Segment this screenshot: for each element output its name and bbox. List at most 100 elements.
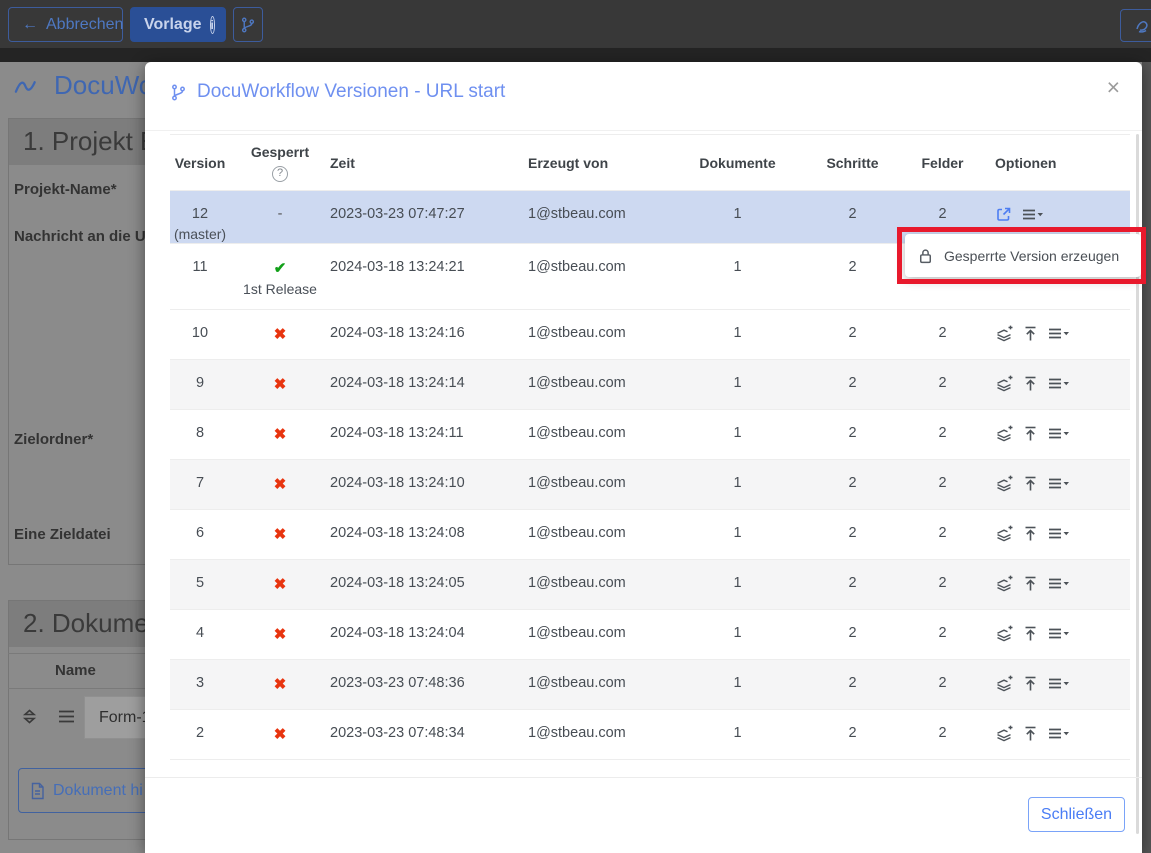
name-column-header: Name: [55, 662, 96, 679]
steps-cell: 2: [795, 509, 910, 560]
fields-cell: 2: [910, 509, 975, 560]
documents-cell: 1: [680, 359, 795, 410]
close-button[interactable]: Schließen: [1028, 797, 1125, 832]
documents-cell: 1: [680, 659, 795, 710]
locked-cross-icon: ✖: [273, 476, 287, 493]
project-name-label: Projekt-Name*: [14, 181, 117, 198]
locked-cell: ✖: [230, 409, 330, 460]
options-cell: [975, 509, 1130, 560]
menu-icon[interactable]: [1047, 675, 1070, 692]
menu-icon[interactable]: [1021, 206, 1044, 223]
version-cell: 5: [170, 559, 230, 610]
modal-title: DocuWorkflow Versionen - URL start: [170, 81, 505, 103]
version-cell: 11: [170, 243, 230, 310]
menu-icon[interactable]: [1047, 625, 1070, 642]
table-header-row: Version Gesperrt ? Zeit Erzeugt von Doku…: [170, 134, 1130, 191]
restore-version-icon[interactable]: [1023, 375, 1038, 392]
copy-version-icon[interactable]: [995, 575, 1014, 592]
version-row-6[interactable]: 6 ✖ 2024-03-18 13:24:08 1@stbeau.com 1 2 2: [170, 509, 1130, 560]
help-icon[interactable]: ?: [272, 165, 288, 182]
time-cell: 2024-03-18 13:24:11: [330, 409, 520, 460]
options-icons: [995, 325, 1130, 342]
version-row-4[interactable]: 4 ✖ 2024-03-18 13:24:04 1@stbeau.com 1 2 2: [170, 609, 1130, 660]
locked-cell: ✖: [230, 609, 330, 660]
time-cell: 2024-03-18 13:24:16: [330, 309, 520, 360]
created-by-cell: 1@stbeau.com: [520, 709, 680, 760]
time-cell: 2024-03-18 13:24:05: [330, 559, 520, 610]
locked-dash: -: [277, 206, 283, 222]
version-row-9[interactable]: 9 ✖ 2024-03-18 13:24:14 1@stbeau.com 1 2 2: [170, 359, 1130, 410]
locked-cross-icon: ✖: [273, 676, 287, 693]
close-icon[interactable]: ×: [1107, 76, 1120, 99]
time-cell: 2024-03-18 13:24:14: [330, 359, 520, 410]
menu-icon[interactable]: [1047, 575, 1070, 592]
restore-version-icon[interactable]: [1023, 625, 1038, 642]
copy-version-icon[interactable]: [995, 475, 1014, 492]
header-schritte: Schritte: [795, 134, 910, 191]
options-icons: [995, 575, 1130, 592]
copy-version-icon[interactable]: [995, 525, 1014, 542]
template-button[interactable]: Vorlage i: [130, 7, 226, 42]
version-row-8[interactable]: 8 ✖ 2024-03-18 13:24:11 1@stbeau.com 1 2 2: [170, 409, 1130, 460]
copy-version-icon[interactable]: [995, 675, 1014, 692]
version-number: 10: [191, 325, 209, 341]
menu-icon[interactable]: [1047, 425, 1070, 442]
sort-updown-icon[interactable]: [22, 708, 37, 725]
version-row-7[interactable]: 7 ✖ 2024-03-18 13:24:10 1@stbeau.com 1 2 2: [170, 459, 1130, 510]
header-zeit: Zeit: [330, 134, 520, 191]
version-cell: 12 (master): [170, 190, 230, 244]
branch-icon: [172, 84, 185, 100]
drag-handle-icon[interactable]: [58, 710, 75, 723]
partial-right-button[interactable]: V: [1120, 9, 1151, 42]
version-row-2[interactable]: 2 ✖ 2023-03-23 07:48:34 1@stbeau.com 1 2 2: [170, 709, 1130, 760]
options-icons: [995, 525, 1130, 542]
copy-version-icon[interactable]: [995, 625, 1014, 642]
version-number: 11: [192, 259, 208, 275]
versions-branch-button[interactable]: [233, 7, 263, 42]
copy-version-icon[interactable]: [995, 425, 1014, 442]
cancel-button[interactable]: ← Abbrechen: [8, 7, 123, 42]
version-row-5[interactable]: 5 ✖ 2024-03-18 13:24:05 1@stbeau.com 1 2 2: [170, 559, 1130, 610]
message-label: Nachricht an die Un: [14, 228, 155, 245]
restore-version-icon[interactable]: [1023, 525, 1038, 542]
app-logo: DocuWo: [14, 70, 153, 101]
menu-icon[interactable]: [1047, 375, 1070, 392]
locked-cell: -: [230, 190, 330, 244]
toolbar-shadow-band: [0, 48, 1151, 62]
locked-cross-icon: ✖: [273, 526, 287, 543]
restore-version-icon[interactable]: [1023, 425, 1038, 442]
restore-version-icon[interactable]: [1023, 575, 1038, 592]
options-cell: [975, 309, 1130, 360]
create-locked-version-menu-item[interactable]: Gesperrte Version erzeugen: [905, 234, 1141, 277]
restore-version-icon[interactable]: [1023, 475, 1038, 492]
open-version-icon[interactable]: [995, 206, 1012, 223]
add-document-button-label: Dokument hi: [53, 781, 143, 799]
menu-icon[interactable]: [1047, 725, 1070, 742]
divider: [145, 130, 1142, 131]
copy-version-icon[interactable]: [995, 725, 1014, 742]
copy-version-icon[interactable]: [995, 325, 1014, 342]
menu-icon[interactable]: [1047, 325, 1070, 342]
version-row-3[interactable]: 3 ✖ 2023-03-23 07:48:36 1@stbeau.com 1 2 2: [170, 659, 1130, 710]
created-by-cell: 1@stbeau.com: [520, 409, 680, 460]
steps-cell: 2: [795, 459, 910, 510]
locked-cell: ✖: [230, 459, 330, 510]
restore-version-icon[interactable]: [1023, 725, 1038, 742]
version-row-10[interactable]: 10 ✖ 2024-03-18 13:24:16 1@stbeau.com 1 2 2: [170, 309, 1130, 360]
locked-cell: ✖: [230, 709, 330, 760]
options-icons: [995, 206, 1130, 223]
locked-cross-icon: ✖: [273, 576, 287, 593]
copy-version-icon[interactable]: [995, 375, 1014, 392]
version-cell: 9: [170, 359, 230, 410]
steps-cell: 2: [795, 609, 910, 660]
backdrop-right-strip: [1142, 62, 1151, 853]
locked-cell: ✔ 1st Release: [230, 243, 330, 310]
menu-icon[interactable]: [1047, 475, 1070, 492]
menu-icon[interactable]: [1047, 525, 1070, 542]
created-by-cell: 1@stbeau.com: [520, 509, 680, 560]
restore-version-icon[interactable]: [1023, 325, 1038, 342]
locked-cell: ✖: [230, 359, 330, 410]
created-by-cell: 1@stbeau.com: [520, 309, 680, 360]
fields-cell: 2: [910, 709, 975, 760]
restore-version-icon[interactable]: [1023, 675, 1038, 692]
